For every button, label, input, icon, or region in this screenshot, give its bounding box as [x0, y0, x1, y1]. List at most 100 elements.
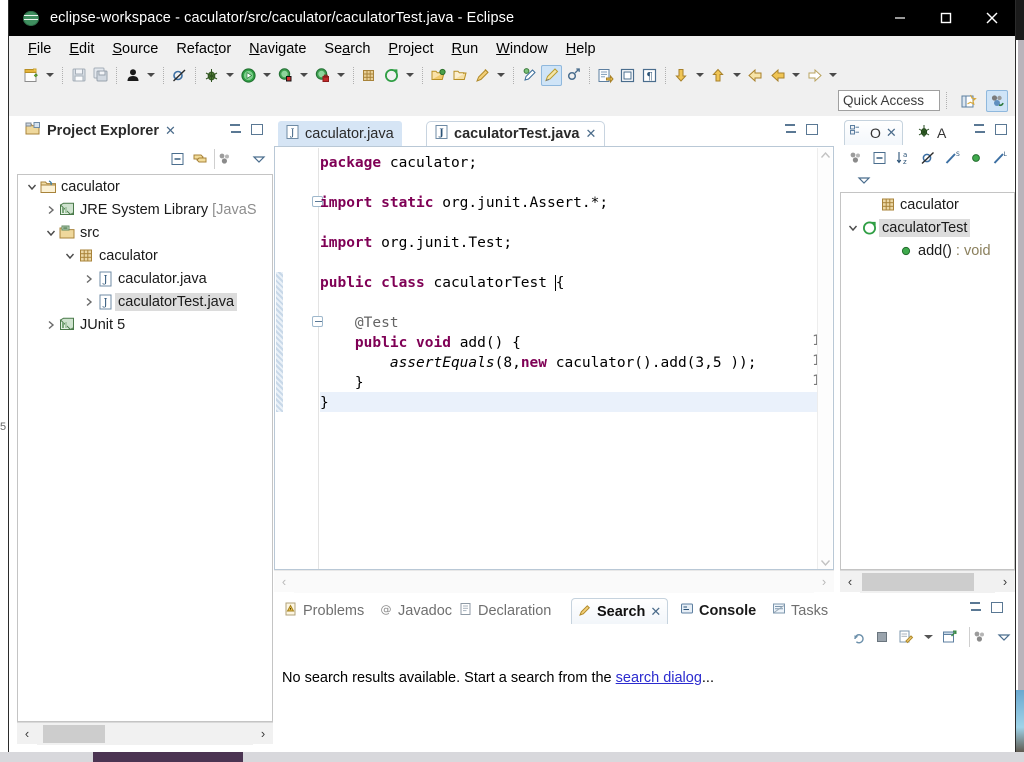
close-icon[interactable]: ✕	[585, 126, 596, 142]
run-current-search-icon[interactable]	[850, 627, 870, 647]
view-menu-icon[interactable]	[854, 170, 874, 190]
link-icon[interactable]	[563, 65, 584, 86]
save-icon[interactable]	[68, 65, 89, 86]
debug-icon[interactable]	[201, 65, 222, 86]
chevron-down-icon[interactable]	[845, 223, 860, 233]
link-with-editor-icon[interactable]	[190, 149, 210, 169]
hide-local-types-icon[interactable]: L	[990, 148, 1010, 168]
tree-item-jre-system-library[interactable]: JRE System Library [JavaS	[18, 198, 272, 221]
maximize-icon[interactable]	[995, 124, 1007, 135]
tab-search[interactable]: Search ✕	[571, 598, 669, 624]
chevron-right-icon[interactable]	[81, 297, 96, 307]
chevron-right-icon[interactable]	[81, 274, 96, 284]
java-perspective-icon[interactable]	[986, 90, 1008, 112]
skip-breakpoints-icon[interactable]	[169, 65, 190, 86]
new-wizard-icon[interactable]	[21, 65, 42, 86]
editor-code-text[interactable]: package caculator; import static org.juni…	[320, 148, 820, 569]
tab-ant[interactable]: A	[912, 120, 951, 145]
menu-window[interactable]: Window	[487, 39, 557, 59]
tree-item-src[interactable]: src	[18, 221, 272, 244]
menu-help[interactable]: Help	[557, 39, 605, 59]
forward-icon[interactable]	[767, 65, 788, 86]
show-previous-searches-icon[interactable]	[896, 627, 916, 647]
scroll-up-arrow[interactable]	[818, 148, 833, 163]
project-explorer-tree[interactable]: caculator JRE System Library [JavaS src cac…	[17, 174, 273, 722]
menu-file[interactable]: File	[19, 39, 60, 59]
open-task-icon[interactable]	[450, 65, 471, 86]
tree-item-caculator[interactable]: caculator	[18, 175, 272, 198]
chevron-right-icon[interactable]	[43, 320, 58, 330]
pilcrow-icon[interactable]: ¶	[639, 65, 660, 86]
run-last-tool-icon[interactable]	[312, 65, 333, 86]
scroll-right-arrow[interactable]: ›	[253, 723, 273, 745]
view-menu-icon[interactable]	[249, 149, 269, 169]
project-explorer-tab[interactable]: Project Explorer ✕	[25, 121, 176, 141]
maximize-icon[interactable]	[991, 602, 1003, 613]
run-dropdown-arrow[interactable]	[260, 65, 273, 86]
outline-tree[interactable]: caculator caculatorTest add() : void	[840, 192, 1015, 570]
focus-on-active-task-icon[interactable]	[214, 149, 234, 169]
scroll-thumb[interactable]	[862, 572, 974, 591]
forward-dropdown-arrow[interactable]	[789, 65, 802, 86]
outline-item-add-[interactable]: add() : void	[841, 239, 1014, 262]
scroll-down-arrow[interactable]	[818, 555, 833, 569]
outline-hscrollbar[interactable]: ‹ ›	[840, 570, 1015, 593]
close-icon[interactable]: ✕	[650, 604, 661, 620]
outline-item-caculator[interactable]: caculator	[841, 193, 1014, 216]
focus-on-active-task-icon[interactable]	[846, 148, 866, 168]
run-icon[interactable]	[238, 65, 259, 86]
next-edit-icon[interactable]	[804, 65, 825, 86]
editor-tab-caculator[interactable]: J caculator.java	[278, 121, 402, 146]
show-previous-searches-dropdown-arrow[interactable]	[918, 627, 938, 647]
save-all-icon[interactable]	[90, 65, 111, 86]
close-icon[interactable]: ✕	[165, 123, 176, 139]
open-perspective-icon[interactable]	[957, 90, 979, 112]
minimize-icon[interactable]	[970, 603, 982, 612]
search-icon[interactable]	[472, 65, 493, 86]
tree-item-caculator-java[interactable]: Jcaculator.java	[18, 267, 272, 290]
tree-item-caculator[interactable]: caculator	[18, 244, 272, 267]
maximize-icon[interactable]	[251, 124, 263, 135]
scroll-track[interactable]	[37, 722, 253, 745]
sort-icon[interactable]: a z	[894, 148, 914, 168]
new-java-class-dropdown-arrow[interactable]	[403, 65, 416, 86]
close-button[interactable]	[969, 0, 1015, 36]
menu-edit[interactable]: Edit	[60, 39, 103, 59]
show-whitespace-icon[interactable]	[617, 65, 638, 86]
close-icon[interactable]: ✕	[886, 125, 897, 141]
coverage-icon[interactable]	[275, 65, 296, 86]
hide-nonpublic-icon[interactable]	[966, 148, 986, 168]
new-java-class-icon[interactable]	[381, 65, 402, 86]
menu-project[interactable]: Project	[379, 39, 442, 59]
menu-navigate[interactable]: Navigate	[240, 39, 315, 59]
tree-item-caculatortest-java[interactable]: JcaculatorTest.java	[18, 290, 272, 313]
maximize-icon[interactable]	[806, 124, 818, 135]
collapse-all-icon[interactable]	[870, 148, 890, 168]
person-dropdown-arrow[interactable]	[144, 65, 157, 86]
maximize-button[interactable]	[923, 0, 969, 36]
scroll-left-arrow[interactable]: ‹	[274, 571, 294, 593]
hide-fields-icon[interactable]	[918, 148, 938, 168]
previous-annotation-dropdown-arrow[interactable]	[730, 65, 743, 86]
scroll-right-arrow[interactable]: ›	[814, 571, 834, 593]
menu-source[interactable]: Source	[103, 39, 167, 59]
editor-hscrollbar[interactable]: ‹ ›	[274, 570, 834, 593]
focus-icon[interactable]	[969, 627, 989, 647]
tree-item-junit-5[interactable]: JUnit 5	[18, 313, 272, 336]
editor-vertical-scrollbar[interactable]	[817, 148, 833, 569]
back-icon[interactable]	[745, 65, 766, 86]
minimize-icon[interactable]	[785, 125, 797, 134]
chevron-down-icon[interactable]	[43, 228, 58, 238]
run-last-tool-dropdown-arrow[interactable]	[334, 65, 347, 86]
previous-annotation-icon[interactable]	[708, 65, 729, 86]
tab-tasks[interactable]: Tasks	[766, 598, 834, 624]
editor-body[interactable]: 12345678910111213 package caculator;impo…	[274, 146, 834, 570]
debug-dropdown-arrow[interactable]	[223, 65, 236, 86]
quick-access-input[interactable]: Quick Access	[838, 90, 940, 111]
scroll-right-arrow[interactable]: ›	[995, 571, 1015, 593]
new-dropdown-arrow[interactable]	[43, 65, 56, 86]
view-menu-icon[interactable]	[994, 627, 1014, 647]
tab-outline[interactable]: O ✕	[844, 120, 903, 145]
chevron-right-icon[interactable]	[43, 205, 58, 215]
collapse-all-icon[interactable]	[168, 149, 188, 169]
